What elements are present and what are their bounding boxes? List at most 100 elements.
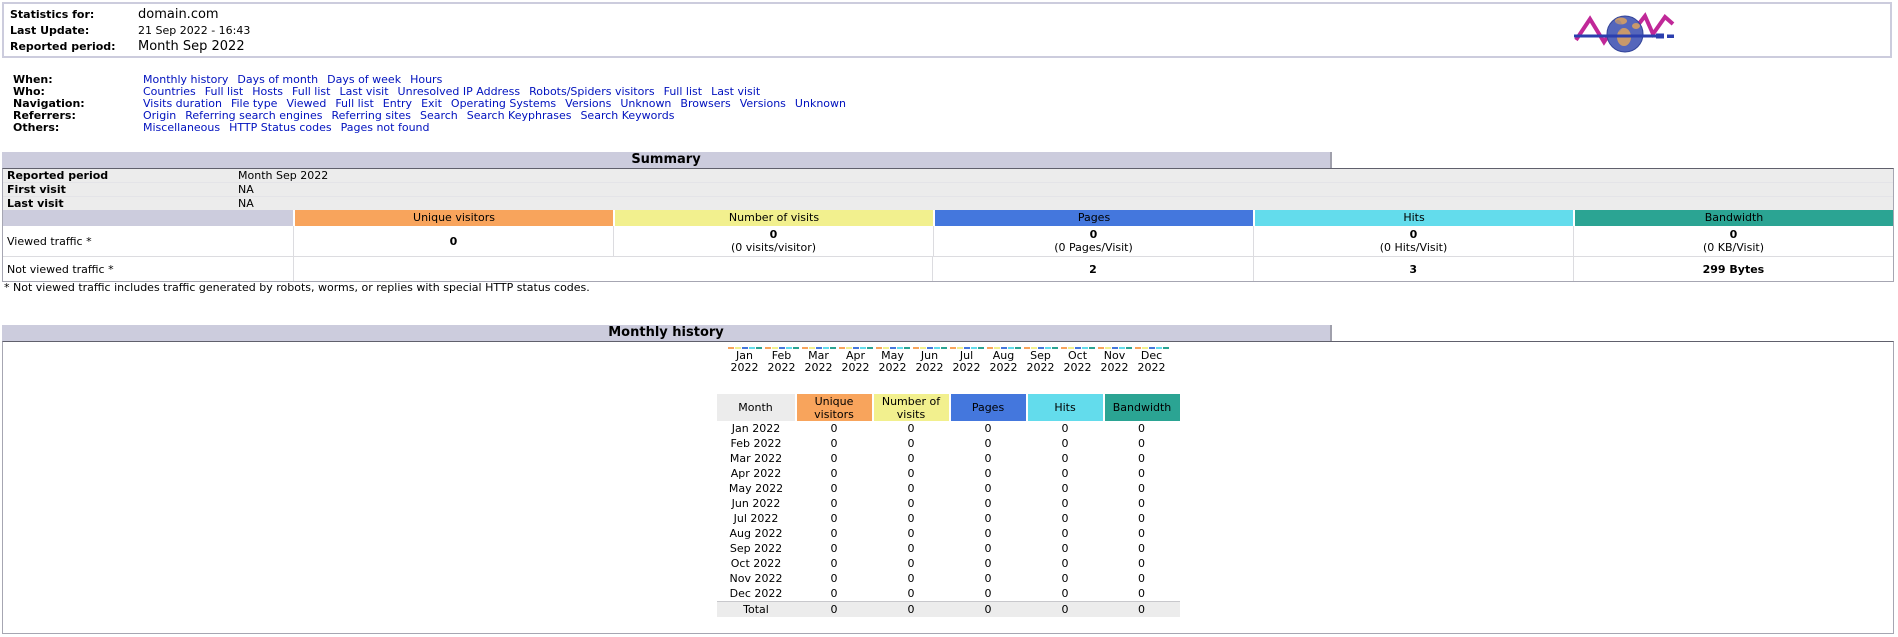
- value-cell: 0: [1104, 556, 1180, 571]
- value-cell: 0: [950, 526, 1027, 541]
- value-cell: 0: [1027, 481, 1104, 496]
- value-cell: 0: [1104, 541, 1180, 556]
- month-label-feb-2022: Feb2022: [763, 350, 800, 374]
- nav-link-search-keywords[interactable]: Search Keywords: [580, 109, 674, 122]
- value-cell: 0: [796, 451, 873, 466]
- nav-link-search-keyphrases[interactable]: Search Keyphrases: [467, 109, 572, 122]
- bar-dash: [978, 347, 984, 349]
- month-label-oct-2022: Oct2022: [1059, 350, 1096, 374]
- not-viewed-hits-cell: 3: [1253, 257, 1573, 281]
- bar-dash: [839, 347, 845, 349]
- month-year: 2022: [985, 362, 1022, 374]
- awstats-page: Statistics for:domain.com Last Update:21…: [0, 0, 1898, 637]
- monthly-row-jun-2022: Jun 202200000: [717, 496, 1180, 511]
- not-viewed-traffic-label: Not viewed traffic *: [3, 257, 293, 281]
- nav-link-pages-not-found[interactable]: Pages not found: [341, 121, 430, 134]
- monthly-table-header-row: MonthUnique visitorsNumber of visitsPage…: [717, 394, 1180, 421]
- bar-dash: [941, 347, 947, 349]
- summary-reported-period-value: Month Sep 2022: [238, 169, 328, 182]
- not-viewed-pages-cell: 2: [932, 257, 1252, 281]
- value-cell: 0: [873, 451, 950, 466]
- value-cell: 0: [796, 511, 873, 526]
- viewed-ratio: (0 Hits/Visit): [1254, 241, 1573, 254]
- month-cell: Oct 2022: [717, 556, 796, 571]
- month-label-jun-2022: Jun2022: [911, 350, 948, 374]
- value-cell: 0: [873, 496, 950, 511]
- value-cell: 0: [1104, 436, 1180, 451]
- nav-link-browsers[interactable]: Browsers: [680, 97, 730, 110]
- value-cell: 0: [950, 451, 1027, 466]
- month-year: 2022: [1096, 362, 1133, 374]
- nav-link-unknown[interactable]: Unknown: [795, 97, 846, 110]
- monthly-total-row: Total00000: [717, 602, 1180, 618]
- value-cell: 0: [950, 421, 1027, 436]
- nav-link-versions[interactable]: Versions: [740, 97, 786, 110]
- value-cell: 0: [1027, 556, 1104, 571]
- value-cell: 0: [1027, 526, 1104, 541]
- bar-dash: [1061, 347, 1067, 349]
- summary-footnote: * Not viewed traffic includes traffic ge…: [4, 281, 590, 294]
- month-year: 2022: [1059, 362, 1096, 374]
- monthly-row-aug-2022: Aug 202200000: [717, 526, 1180, 541]
- monthly-table-body: Jan 202200000Feb 202200000Mar 202200000A…: [717, 421, 1180, 617]
- value-cell: 0: [1104, 496, 1180, 511]
- summary-last-visit-value: NA: [238, 197, 254, 210]
- month-label-sep-2022: Sep2022: [1022, 350, 1059, 374]
- header-box: Statistics for:domain.com Last Update:21…: [2, 2, 1892, 58]
- value-cell: 0: [873, 436, 950, 451]
- value-cell: 0: [873, 421, 950, 436]
- month-year: 2022: [948, 362, 985, 374]
- month-cell: Nov 2022: [717, 571, 796, 586]
- viewed-number-of-visits-cell: 0(0 visits/visitor): [613, 226, 933, 256]
- value-cell: 0: [873, 541, 950, 556]
- monthly-history-section-title: Monthly history: [2, 325, 1332, 341]
- total-value-cell: 0: [1027, 602, 1104, 618]
- summary-table: Reported period Month Sep 2022 First vis…: [2, 168, 1894, 282]
- month-year: 2022: [1133, 362, 1170, 374]
- month-label-mar-2022: Mar2022: [800, 350, 837, 374]
- month-cell: Aug 2022: [717, 526, 796, 541]
- summary-col-header-number-of-visits: Number of visits: [613, 210, 933, 226]
- month-cell: Feb 2022: [717, 436, 796, 451]
- month-cell: Dec 2022: [717, 586, 796, 602]
- nav-link-miscellaneous[interactable]: Miscellaneous: [143, 121, 220, 134]
- value-cell: 0: [796, 496, 873, 511]
- total-value-cell: 0: [873, 602, 950, 618]
- month-cell: Mar 2022: [717, 451, 796, 466]
- summary-not-viewed-traffic-row: Not viewed traffic * 23299 Bytes: [3, 257, 1893, 281]
- summary-metric-header-row: Unique visitorsNumber of visitsPagesHits…: [3, 210, 1893, 226]
- summary-first-visit-label: First visit: [3, 183, 238, 196]
- value-cell: 0: [1104, 421, 1180, 436]
- awstats-logo: [1572, 9, 1678, 56]
- monthly-col-header-pages: Pages: [950, 394, 1027, 421]
- month-cell: May 2022: [717, 481, 796, 496]
- value-cell: 0: [1104, 451, 1180, 466]
- summary-section-title: Summary: [2, 152, 1332, 168]
- bar-dash: [1126, 347, 1132, 349]
- reported-period-value: Month Sep 2022: [138, 39, 245, 54]
- monthly-col-header-month: Month: [717, 394, 796, 421]
- summary-last-visit-label: Last visit: [3, 197, 238, 210]
- bar-dash: [1135, 347, 1141, 349]
- monthly-row-jan-2022: Jan 202200000: [717, 421, 1180, 436]
- month-label-may-2022: May2022: [874, 350, 911, 374]
- value-cell: 0: [1027, 451, 1104, 466]
- value-cell: 0: [1104, 481, 1180, 496]
- not-viewed-bandwidth-cell: 299 Bytes: [1573, 257, 1893, 281]
- month-cell: Jan 2022: [717, 421, 796, 436]
- last-update-label: Last Update:: [10, 23, 138, 39]
- nav-link-http-status-codes[interactable]: HTTP Status codes: [229, 121, 331, 134]
- value-cell: 0: [1027, 511, 1104, 526]
- viewed-value: 0: [294, 235, 613, 248]
- value-cell: 0: [873, 481, 950, 496]
- month-label-apr-2022: Apr2022: [837, 350, 874, 374]
- monthly-col-header-unique-visitors: Unique visitors: [796, 394, 873, 421]
- value-cell: 0: [1027, 541, 1104, 556]
- value-cell: 0: [1104, 571, 1180, 586]
- viewed-pages-cell: 0(0 Pages/Visit): [933, 226, 1253, 256]
- month-cell: Jul 2022: [717, 511, 796, 526]
- value-cell: 0: [1104, 466, 1180, 481]
- value-cell: 0: [950, 556, 1027, 571]
- summary-col-header-hits: Hits: [1253, 210, 1573, 226]
- summary-reported-period-row: Reported period Month Sep 2022: [3, 169, 1893, 183]
